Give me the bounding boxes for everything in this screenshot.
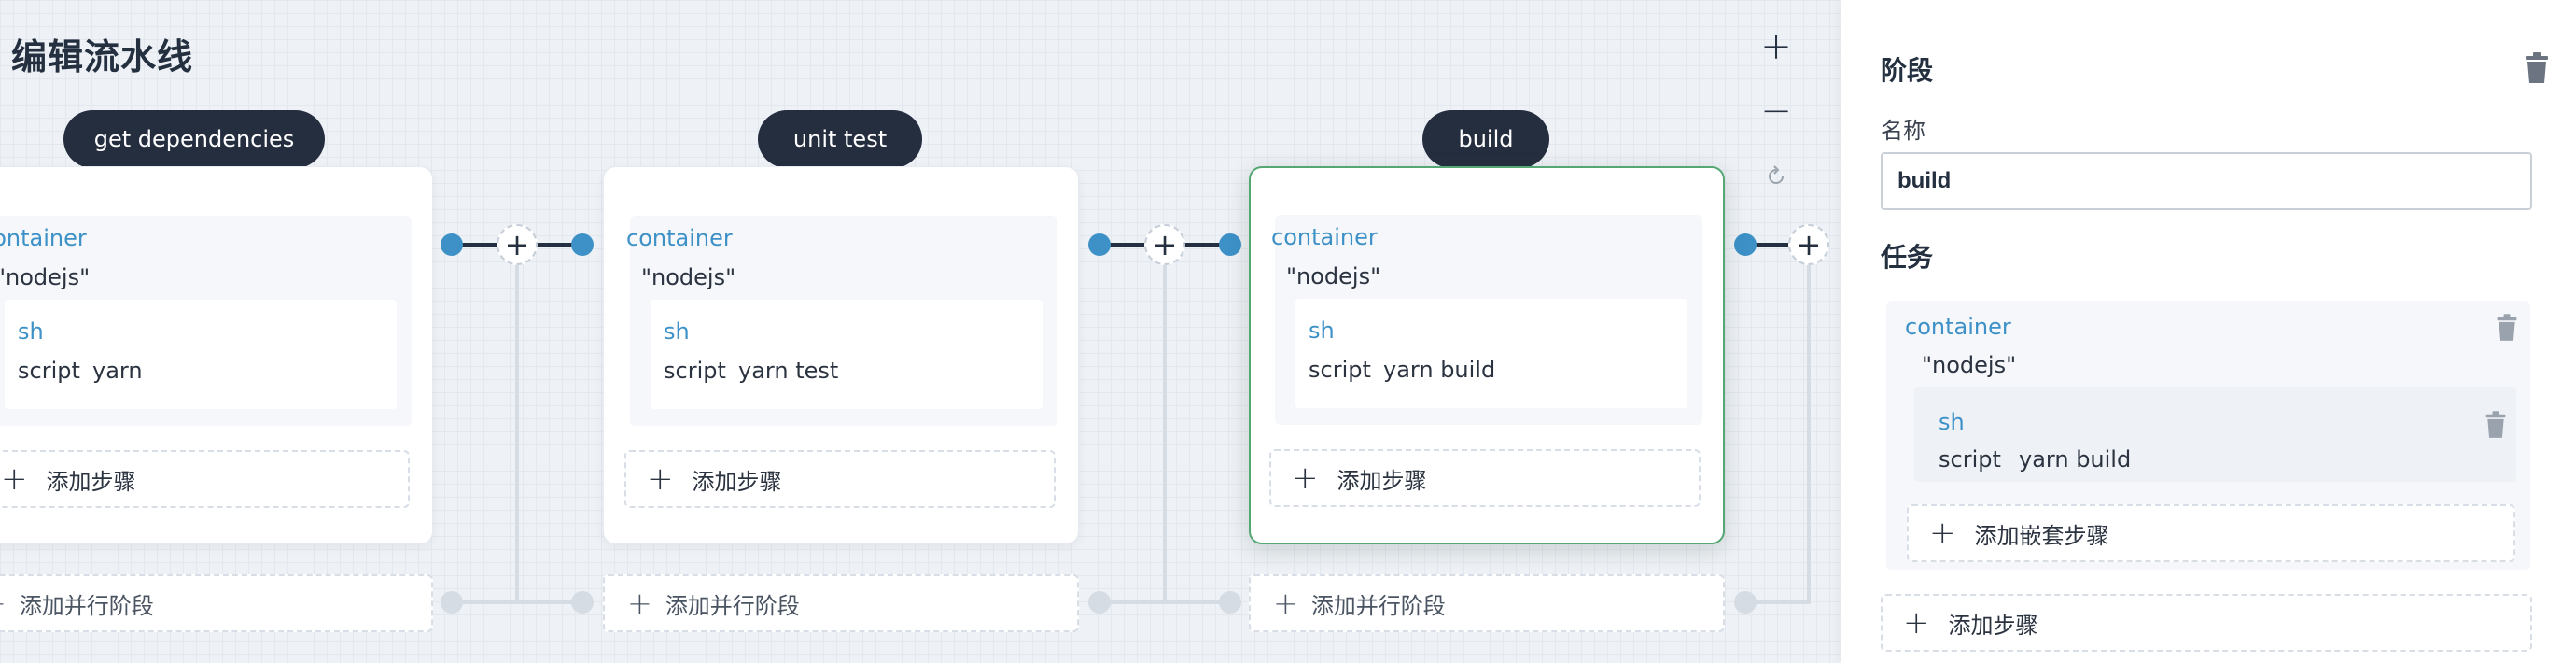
add-parallel-stage-button[interactable]: + 添加并行阶段 <box>603 574 1079 632</box>
add-step-button[interactable]: + 添加步骤 <box>624 450 1056 508</box>
add-stage-button[interactable]: + <box>497 224 538 265</box>
task-heading: 任务 <box>1881 242 1934 273</box>
step-name: sh <box>18 318 44 345</box>
step-value: yarn build <box>1383 357 1496 383</box>
stage-name: unit test <box>792 126 888 152</box>
task-step-block[interactable]: sh script yarn build <box>1914 387 2516 482</box>
stage-name-pill[interactable]: get dependencies <box>63 110 325 168</box>
step-key: script <box>1939 446 2001 473</box>
plus-icon: + <box>1152 227 1178 262</box>
parallel-port <box>1219 591 1241 614</box>
step-key: script <box>1309 357 1371 383</box>
step-value: yarn build <box>2019 446 2132 473</box>
step-name: sh <box>664 318 690 345</box>
plus-icon: + <box>627 585 652 621</box>
output-port <box>1088 233 1111 256</box>
reset-icon <box>1769 165 1784 184</box>
parallel-port <box>571 591 594 614</box>
trash-icon[interactable] <box>2484 411 2508 439</box>
task-container-block[interactable]: container "nodejs" sh script yarn build … <box>1886 301 2530 570</box>
trash-icon[interactable] <box>2495 314 2519 342</box>
input-port <box>1219 233 1241 256</box>
panel-add-step-button[interactable]: + 添加步骤 <box>1881 594 2532 652</box>
container-label: container <box>1271 224 1378 250</box>
plus-icon: + <box>1 460 28 498</box>
step-key: script <box>18 358 80 384</box>
stage-name: build <box>1458 126 1514 152</box>
plus-icon: + <box>1760 25 1792 68</box>
add-parallel-stage-button[interactable]: + 添加并行阶段 <box>1249 574 1725 632</box>
plus-icon: + <box>1929 515 1956 552</box>
stage-name-pill[interactable]: build <box>1422 110 1549 168</box>
add-parallel-label: 添加并行阶段 <box>19 592 154 619</box>
add-nested-step-button[interactable]: + 添加嵌套步骤 <box>1907 504 2515 562</box>
step-value: yarn <box>92 358 143 384</box>
container-arg: "nodejs" <box>0 264 91 290</box>
step-name: sh <box>1309 317 1335 344</box>
stage-name-pill[interactable]: unit test <box>758 110 922 168</box>
output-port <box>441 233 463 256</box>
step-name: sh <box>1939 409 1965 435</box>
add-nested-step-label: 添加嵌套步骤 <box>1974 522 2109 549</box>
plus-icon: + <box>1292 459 1319 497</box>
minus-icon: − <box>1760 90 1792 133</box>
stage-card[interactable]: container "nodejs" sh script yarn + 添加步骤 <box>0 166 433 544</box>
plus-icon: + <box>1903 604 1930 642</box>
pipeline-canvas[interactable]: 编辑流水线 + − + + + get dependencies contain… <box>0 0 1841 663</box>
plus-icon: + <box>504 227 530 262</box>
step-value: yarn test <box>738 358 839 384</box>
zoom-out-button[interactable]: − <box>1753 88 1799 134</box>
container-label: container <box>1905 314 2011 340</box>
step-block[interactable]: sh script yarn test <box>651 300 1043 409</box>
add-parallel-label: 添加并行阶段 <box>1310 592 1446 619</box>
stage-name-input[interactable] <box>1881 152 2532 210</box>
parallel-port <box>1734 591 1757 614</box>
plus-icon: + <box>647 460 674 498</box>
step-key: script <box>664 358 726 384</box>
step-block[interactable]: sh script yarn <box>5 300 397 409</box>
add-step-label: 添加步骤 <box>1337 467 1427 494</box>
parallel-branch-line <box>515 245 519 604</box>
add-step-label: 添加步骤 <box>46 468 136 495</box>
plus-icon: + <box>0 588 7 618</box>
output-port <box>1734 233 1757 256</box>
stage-editor-panel: 阶段 名称 任务 container "nodejs" sh script ya… <box>1841 0 2576 663</box>
add-parallel-label: 添加并行阶段 <box>665 592 800 619</box>
name-label: 名称 <box>1881 118 1925 144</box>
add-step-button[interactable]: + 添加步骤 <box>1269 449 1701 507</box>
parallel-branch-line <box>1163 245 1167 604</box>
input-port <box>571 233 594 256</box>
parallel-branch-line <box>1807 245 1811 604</box>
trash-icon[interactable] <box>2523 52 2551 84</box>
container-block[interactable]: container "nodejs" sh script yarn build <box>1271 215 1702 425</box>
container-label: container <box>0 225 87 251</box>
container-label: container <box>626 225 733 251</box>
add-stage-button[interactable]: + <box>1788 224 1829 265</box>
step-block[interactable]: sh script yarn build <box>1295 299 1687 408</box>
container-arg: "nodejs" <box>641 264 736 290</box>
parallel-port <box>441 591 463 614</box>
parallel-port <box>1088 591 1111 614</box>
container-block[interactable]: container "nodejs" sh script yarn test <box>626 216 1057 426</box>
container-block[interactable]: container "nodejs" sh script yarn <box>0 216 412 426</box>
add-step-label: 添加步骤 <box>1948 612 2038 639</box>
plus-icon: + <box>1796 227 1822 262</box>
reset-zoom-button[interactable] <box>1753 153 1799 200</box>
parallel-branch-line <box>446 600 590 604</box>
zoom-in-button[interactable]: + <box>1753 23 1799 70</box>
page-title: 编辑流水线 <box>11 36 194 78</box>
container-arg: "nodejs" <box>1922 352 2017 378</box>
add-stage-button[interactable]: + <box>1144 224 1185 265</box>
add-step-button[interactable]: + 添加步骤 <box>0 450 410 508</box>
add-step-label: 添加步骤 <box>692 468 782 495</box>
container-arg: "nodejs" <box>1286 263 1381 289</box>
stage-card[interactable]: container "nodejs" sh script yarn test +… <box>603 166 1079 544</box>
parallel-branch-line <box>1094 600 1238 604</box>
plus-icon: + <box>1273 585 1298 621</box>
stage-heading: 阶段 <box>1881 55 1934 86</box>
stage-name: get dependencies <box>93 126 295 152</box>
stage-card-selected[interactable]: container "nodejs" sh script yarn build … <box>1249 166 1725 544</box>
add-parallel-stage-button[interactable]: + 添加并行阶段 <box>0 574 433 632</box>
